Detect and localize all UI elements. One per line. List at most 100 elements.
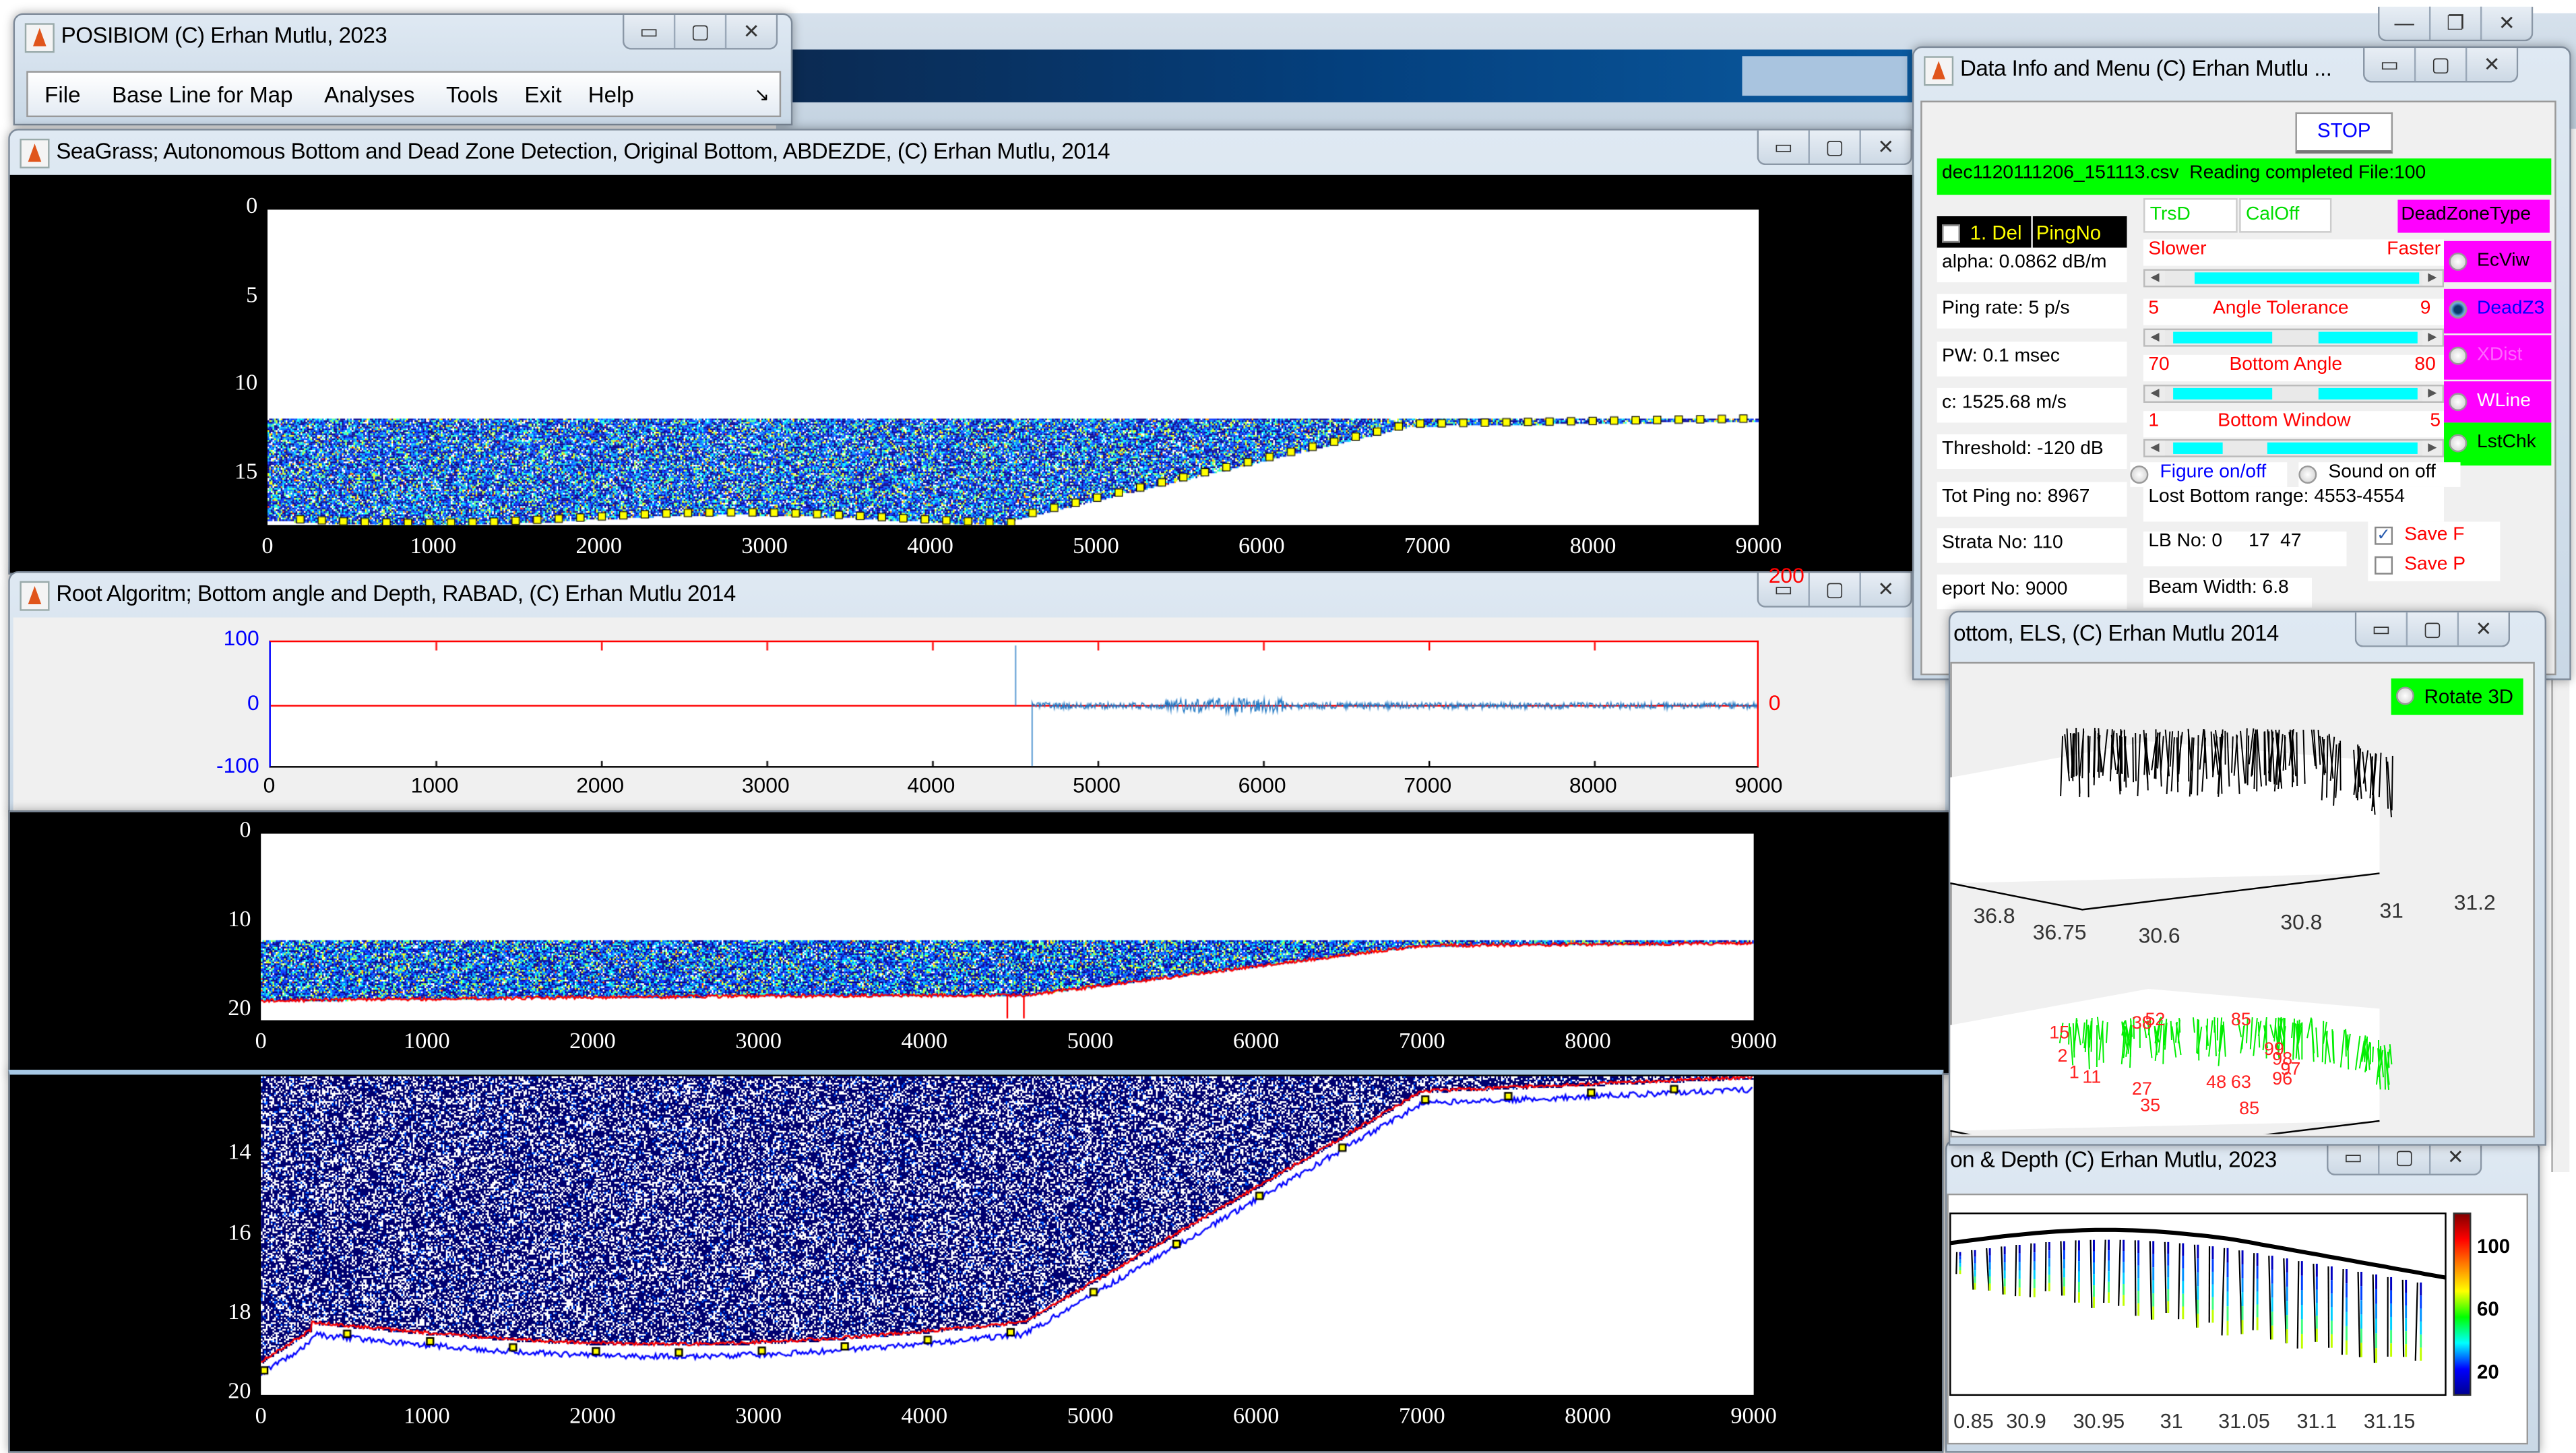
delete-toggle[interactable]: 1. Del [1937,216,2032,249]
speed-slider[interactable]: ◀ ▶ [2143,269,2444,287]
view-radio-wline[interactable]: WLine [2444,381,2551,422]
bottom-angle-slider[interactable]: ◀ ▶ [2143,385,2444,403]
y-tick-label: 15 [188,461,257,487]
sound-toggle-radio[interactable] [2298,465,2317,484]
menu-tools[interactable]: Tools [446,82,498,106]
ping-line-black [2285,735,2286,770]
desktop-window-controls[interactable]: — ❐ ✕ [2378,7,2533,41]
echo2-plot-area[interactable] [261,834,1753,1021]
angle-tolerance-slider[interactable]: ◀ ▶ [2143,329,2444,347]
maximize-icon[interactable]: ▢ [1809,131,1860,164]
menu-analyses[interactable]: Analyses [324,82,414,106]
maximize-icon[interactable]: ▢ [2406,612,2457,645]
view-radio-xdist[interactable]: XDist [2444,335,2551,379]
rotate-3d-toggle[interactable]: Rotate 3D [2391,678,2523,715]
x-tick-label: 2000 [551,1405,634,1431]
depth-profile-plot[interactable]: 10060200.8530.930.953131.0531.131.15 [1947,1194,2525,1445]
scroll-left-icon[interactable]: ◀ [2145,330,2164,345]
close-icon[interactable]: ✕ [1859,573,1910,606]
close-icon[interactable]: ✕ [2480,7,2532,40]
echo3-plot-area[interactable] [261,1076,1753,1395]
minimize-icon[interactable]: — [2379,7,2429,40]
minimize-icon[interactable]: ▭ [2364,48,2414,81]
info-item: Ping rate: 5 p/s [1937,294,2127,328]
view-radio-lstchk[interactable]: LstChk [2444,422,2551,465]
scroll-left-icon[interactable]: ◀ [2145,386,2164,401]
window-controls[interactable]: ▭▢✕ [1757,131,1912,165]
seagrass-plot-area[interactable] [268,209,1759,525]
els-3d-plots[interactable]: 36.836.7530.630.83131.236.836.7530.630.8… [1950,711,2532,1134]
menu-exit[interactable]: Exit [524,82,561,106]
scroll-right-icon[interactable]: ▶ [2422,330,2442,345]
view-radio-ecviw[interactable]: EcViw [2444,241,2551,282]
close-icon[interactable]: ✕ [725,15,776,48]
restore-icon[interactable]: ❐ [2429,7,2480,40]
els-titlebar[interactable]: ottom, ELS, (C) Erhan Mutlu 2014 ▭▢✕ [1950,612,2544,655]
view-radio-deadz3[interactable]: DeadZ3 [2444,289,2551,333]
x-tick-label: 3000 [717,1405,800,1431]
maximize-icon[interactable]: ▢ [1809,573,1860,606]
colorbar-tick-label: 100 [2477,1235,2510,1258]
x-tick-label: 6000 [1220,535,1303,561]
menu-help[interactable]: Help [588,82,634,106]
radio-button[interactable] [2449,253,2467,271]
figure-toggle-radio[interactable] [2130,465,2148,484]
bottom-window-slider[interactable]: ◀ ▶ [2143,439,2444,457]
radio-button[interactable] [2449,393,2467,411]
bottom-angle-label: Bottom Angle [2229,355,2342,375]
radio-button[interactable] [2449,300,2467,319]
x-tick-label: 5000 [1049,1030,1132,1056]
posibiom-titlebar[interactable]: POSIBIOM (C) Erhan Mutlu, 2023 ▭▢✕ [15,15,791,58]
x-tick-label: 4000 [889,535,972,561]
save-p-checkbox[interactable] [2375,556,2393,575]
radio-button[interactable] [2449,347,2467,365]
pingno-button[interactable]: PingNo [2033,216,2127,249]
maximize-icon[interactable]: ▢ [2414,48,2465,81]
maximize-icon[interactable]: ▢ [674,15,725,48]
datainfo-titlebar[interactable]: Data Info and Menu (C) Erhan Mutlu ... ▭… [1914,48,2569,91]
rabad-titlebar[interactable]: Root Algoritm; Bottom angle and Depth, R… [10,573,1951,616]
caloff-field[interactable]: CalOff [2239,198,2331,232]
info-item: c: 1525.68 m/s [1937,388,2127,422]
ping-line-green [2163,1023,2164,1064]
seagrass-titlebar[interactable]: SeaGrass; Autonomous Bottom and Dead Zon… [10,131,1918,174]
stop-button[interactable]: STOP [2295,112,2393,154]
scroll-left-icon[interactable]: ◀ [2145,271,2164,286]
scroll-left-icon[interactable]: ◀ [2145,441,2164,455]
menu-file[interactable]: File [44,82,80,106]
minimize-icon[interactable]: ▭ [624,15,674,48]
radio-button[interactable] [2449,434,2467,453]
y-tick-label: 0 [182,819,251,845]
window-controls[interactable]: ▭▢✕ [623,15,778,49]
menu-base-line-for-map[interactable]: Base Line for Map [112,82,293,106]
seagrass-echogram-canvas [268,209,1759,525]
rotate-3d-radio[interactable] [2396,686,2414,705]
save-f-checkbox[interactable]: ✓ [2375,527,2393,545]
radio-label: WLine [2477,391,2531,411]
radio-label: XDist [2477,345,2522,364]
ping-line-black [2197,735,2198,796]
window-controls[interactable]: ▭▢✕ [2327,1140,2482,1175]
sound-toggle[interactable]: Sound on off [2298,462,2460,487]
quick-access-toolbar[interactable] [1742,56,1907,96]
depth-titlebar[interactable]: on & Depth (C) Erhan Mutlu, 2023 ▭▢✕ [1947,1140,2538,1184]
close-icon[interactable]: ✕ [2465,48,2517,81]
close-icon[interactable]: ✕ [1859,131,1910,164]
scroll-right-icon[interactable]: ▶ [2422,271,2442,286]
slider-thumb[interactable] [2195,272,2419,284]
window-controls[interactable]: ▭▢✕ [2355,612,2510,647]
menu-overflow-icon[interactable]: ↘ [754,84,769,105]
minimize-icon[interactable]: ▭ [2356,612,2406,645]
trsd-field[interactable]: TrsD [2143,198,2238,232]
minimize-icon[interactable]: ▭ [1759,131,1809,164]
close-icon[interactable]: ✕ [2457,612,2509,645]
scroll-right-icon[interactable]: ▶ [2422,441,2442,455]
scroll-right-icon[interactable]: ▶ [2422,386,2442,401]
rabad-plot-area[interactable] [269,641,1759,768]
save-f-toggle[interactable]: ✓ Save F Save P [2368,521,2500,581]
delete-checkbox[interactable] [1942,224,1960,243]
figure-toggle[interactable]: Figure on/off [2130,462,2287,487]
matlab-logo-icon [20,139,49,168]
deadzonetype-button[interactable]: DeadZoneType [2397,200,2549,233]
window-controls[interactable]: ▭▢✕ [2363,48,2518,82]
